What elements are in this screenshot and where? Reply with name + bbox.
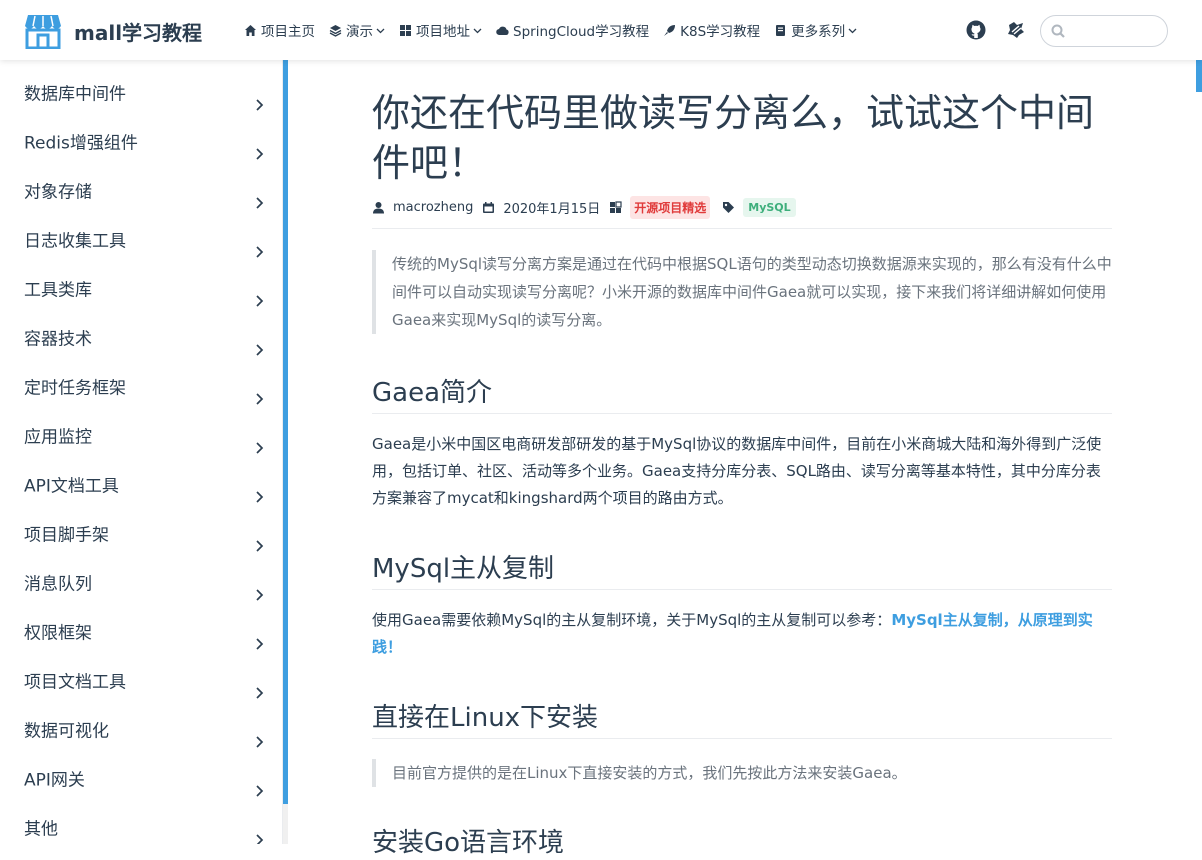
sidebar-item-api-docs[interactable]: API文档工具 [0, 452, 282, 503]
tag-badge[interactable]: MySQL [743, 197, 796, 217]
article-date: 2020年1月15日 [503, 201, 601, 217]
sidebar-item-auth-framework[interactable]: 权限框架 [0, 599, 282, 650]
sidebar-item-label: API文档工具 [24, 476, 119, 497]
store-logo-icon[interactable] [24, 12, 62, 50]
chevron-down-icon [848, 26, 857, 35]
site-name[interactable]: mall学习教程 [74, 17, 202, 46]
chevron-down-icon [473, 26, 482, 35]
user-icon [372, 201, 385, 214]
sidebar-item-object-storage[interactable]: 对象存储 [0, 158, 282, 209]
sidebar-item-message-queue[interactable]: 消息队列 [0, 550, 282, 601]
sidebar-item-label: Redis增强组件 [24, 133, 138, 154]
search-icon [1051, 24, 1065, 38]
nav-project-address-label: 项目地址 [416, 24, 470, 40]
sidebar-item-label: 日志收集工具 [24, 231, 126, 252]
sidebar-item-label: 数据可视化 [24, 721, 109, 742]
sidebar-item-scheduler[interactable]: 定时任务框架 [0, 354, 282, 405]
section-heading-mysql-replication: MySql主从复制 [372, 554, 555, 584]
section-text-mysql-replication: 使用Gaea需要依赖MySql的主从复制环境，关于MySql的主从复制可以参考：… [372, 607, 1112, 661]
sidebar-item-label: 项目文档工具 [24, 672, 126, 693]
nav-k8s-label: K8S学习教程 [680, 24, 761, 40]
heading-divider [372, 738, 1112, 739]
home-icon [244, 24, 257, 37]
sidebar-item-label: 应用监控 [24, 427, 92, 448]
section-heading-gaea: Gaea简介 [372, 378, 493, 408]
sidebar-item-label: 对象存储 [24, 182, 92, 203]
meta-divider [372, 228, 1112, 229]
sidebar-item-other[interactable]: 其他 [0, 795, 282, 844]
nav-project-address[interactable]: 项目地址 [399, 20, 482, 40]
github-icon[interactable] [966, 20, 986, 40]
sidebar-item-label: 容器技术 [24, 329, 92, 350]
sidebar-item-label: 定时任务框架 [24, 378, 126, 399]
intro-quote: 传统的MySql读写分离方案是通过在代码中根据SQL语句的类型动态切换数据源来实… [372, 250, 1112, 334]
heading-divider [372, 589, 1112, 590]
nav-k8s[interactable]: K8S学习教程 [663, 20, 760, 40]
article-meta: macrozheng 2020年1月15日 开源项目精选 MySQL [372, 195, 796, 219]
sidebar-item-api-gateway[interactable]: API网关 [0, 746, 282, 797]
sidebar-item-log-collection[interactable]: 日志收集工具 [0, 207, 282, 258]
sidebar-item-label: 其他 [24, 819, 58, 840]
nav-home[interactable]: 项目主页 [244, 20, 315, 40]
rocket-icon [663, 24, 676, 37]
sidebar-item-data-visualization[interactable]: 数据可视化 [0, 697, 282, 748]
nav-more-series[interactable]: 更多系列 [774, 20, 857, 40]
sidebar-item-project-docs[interactable]: 项目文档工具 [0, 648, 282, 699]
calendar-icon [482, 201, 495, 214]
sidebar-item-tool-libraries[interactable]: 工具类库 [0, 256, 282, 307]
chevron-right-icon [254, 832, 264, 844]
sidebar-item-redis[interactable]: Redis增强组件 [0, 109, 282, 160]
gitee-icon[interactable] [1006, 20, 1026, 40]
article-author[interactable]: macrozheng [393, 200, 473, 215]
search-box[interactable] [1040, 15, 1168, 47]
nav-springcloud-label: SpringCloud学习教程 [513, 24, 650, 40]
category-icon [609, 200, 622, 214]
section-heading-linux-install: 直接在Linux下安装 [372, 703, 599, 733]
sidebar-item-monitoring[interactable]: 应用监控 [0, 403, 282, 454]
nav-links: 项目主页 演示 项目地址 SpringCloud学习教程 K8S学习教程 更多系… [244, 20, 871, 40]
layers-icon [329, 24, 342, 37]
sidebar-item-label: 数据库中间件 [24, 84, 126, 105]
sidebar-item-label: 项目脚手架 [24, 525, 109, 546]
nav-demo[interactable]: 演示 [329, 20, 385, 40]
nav-more-series-label: 更多系列 [791, 24, 846, 40]
replication-text: 使用Gaea需要依赖MySql的主从复制环境，关于MySql的主从复制可以参考： [372, 611, 892, 629]
heading-divider [372, 413, 1112, 414]
tag-icon [722, 201, 735, 214]
cloud-icon [496, 24, 509, 37]
book-icon [774, 24, 787, 37]
sidebar: 数据库中间件 Redis增强组件 对象存储 日志收集工具 工具类库 容器技术 定… [0, 60, 283, 844]
category-badge[interactable]: 开源项目精选 [630, 195, 711, 219]
page-title: 你还在代码里做读写分离么，试试这个中间件吧！ [372, 91, 1095, 185]
section-heading-go-install: 安装Go语言环境 [372, 828, 565, 858]
sidebar-scrollbar-thumb[interactable] [283, 60, 288, 804]
install-quote: 目前官方提供的是在Linux下直接安装的方式，我们先按此方法来安装Gaea。 [372, 759, 1112, 787]
sidebar-item-database-middleware[interactable]: 数据库中间件 [0, 60, 282, 111]
chevron-down-icon [376, 26, 385, 35]
section-text-gaea: Gaea是小米中国区电商研发部研发的基于MySql协议的数据库中间件，目前在小米… [372, 435, 1102, 507]
sidebar-item-scaffold[interactable]: 项目脚手架 [0, 501, 282, 552]
sidebar-item-label: 消息队列 [24, 574, 92, 595]
top-navbar: mall学习教程 项目主页 演示 项目地址 SpringCloud学习教程 K8… [0, 0, 1202, 60]
sidebar-item-label: 权限框架 [24, 623, 92, 644]
sidebar-item-container[interactable]: 容器技术 [0, 305, 282, 356]
nav-home-label: 项目主页 [261, 24, 315, 40]
nav-demo-label: 演示 [346, 24, 373, 40]
search-input[interactable] [1073, 21, 1161, 41]
sidebar-item-label: API网关 [24, 770, 85, 791]
nav-springcloud[interactable]: SpringCloud学习教程 [496, 20, 649, 40]
grid-icon [399, 24, 412, 37]
sidebar-item-label: 工具类库 [24, 280, 92, 301]
